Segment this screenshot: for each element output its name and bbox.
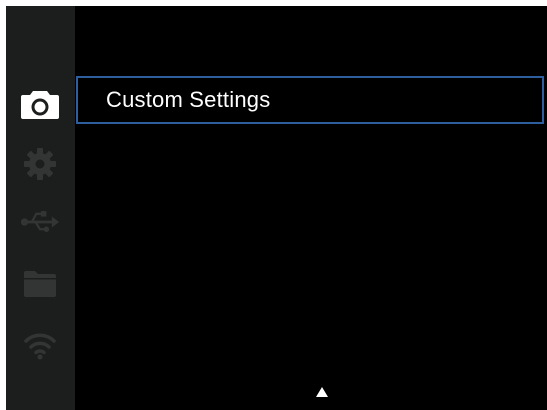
usb-icon[interactable] bbox=[20, 202, 60, 242]
menu-item-label: Custom Settings bbox=[106, 87, 271, 112]
menu-panel: Custom Settings bbox=[75, 6, 547, 410]
wifi-icon[interactable] bbox=[20, 324, 60, 364]
up-arrow-icon bbox=[316, 387, 328, 397]
folder-icon[interactable] bbox=[20, 264, 60, 304]
menu-item-custom-settings[interactable]: Custom Settings bbox=[76, 76, 544, 124]
camera-menu-screen: Custom Settings bbox=[6, 6, 547, 410]
gear-icon[interactable] bbox=[20, 144, 60, 184]
menu-category-sidebar bbox=[6, 6, 75, 410]
camera-icon[interactable] bbox=[20, 84, 60, 124]
